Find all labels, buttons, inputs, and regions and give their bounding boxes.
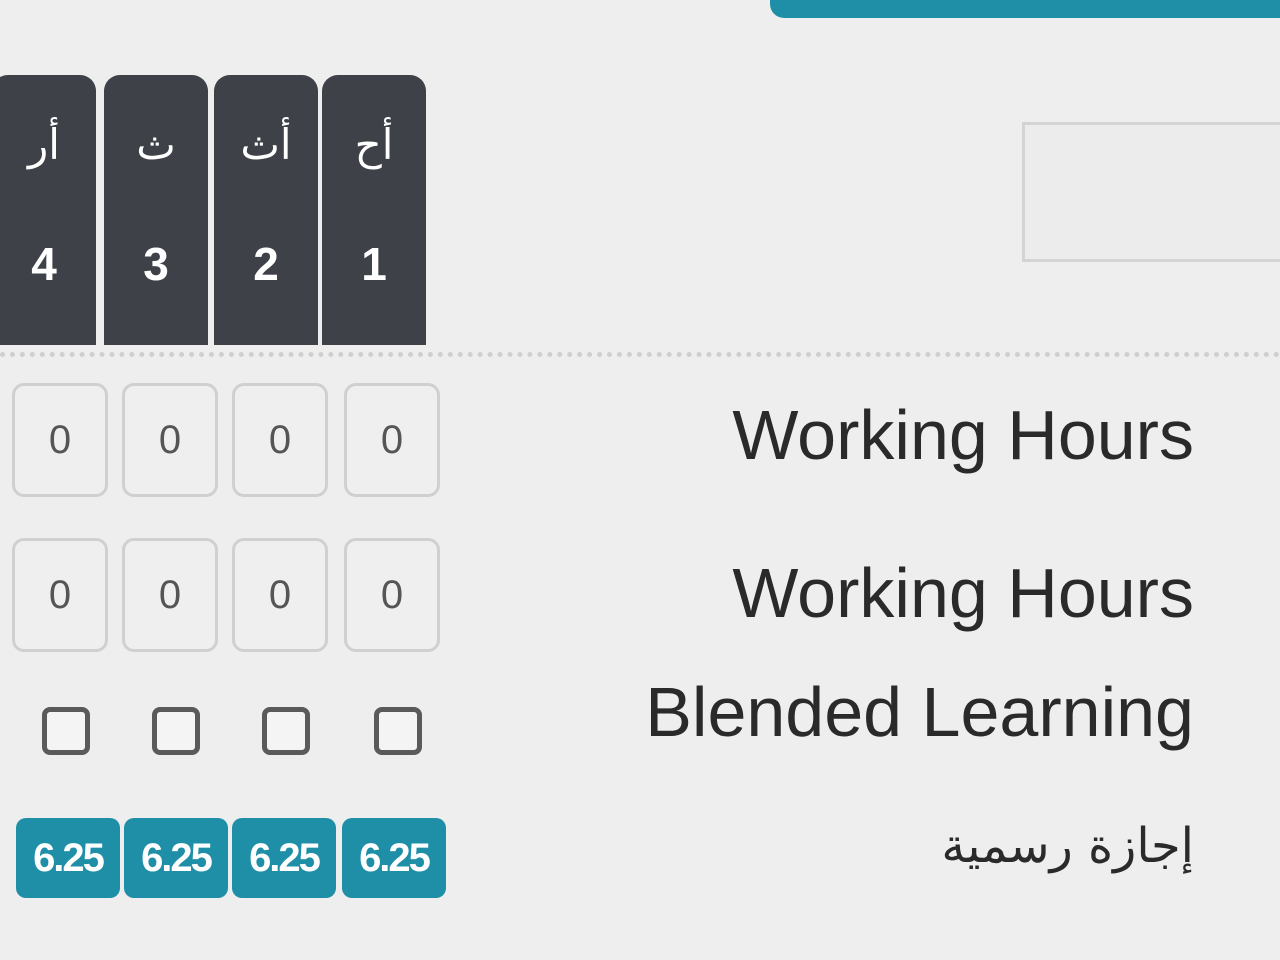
day-abbr: أح [354,120,394,169]
blended-learning-label: Blended Learning [645,673,1194,751]
holiday-hours-badge-day-1[interactable]: 6.25 [342,818,446,898]
day-header-4: أر 4 [0,75,96,345]
working-hours-label: Working Hours [732,396,1194,474]
day-number: 1 [361,238,387,290]
working-hours-input-day-3[interactable]: 0 [122,383,218,497]
top-accent-bar [770,0,1280,18]
blended-learning-checkbox-day-2[interactable] [262,707,310,755]
day-abbr: ث [136,120,176,169]
side-input-box[interactable] [1022,122,1280,262]
working-hours-input-day-2[interactable]: 0 [232,383,328,497]
day-abbr: أث [240,120,292,169]
working-hours-label: Working Hours [732,554,1194,632]
day-number: 2 [253,238,279,290]
day-header-1: أح 1 [322,75,426,345]
blended-learning-checkbox-day-1[interactable] [374,707,422,755]
working-hours-input-day-2[interactable]: 0 [232,538,328,652]
holiday-hours-badge-day-3[interactable]: 6.25 [124,818,228,898]
day-number: 4 [31,238,57,290]
holiday-hours-badge-day-4[interactable]: 6.25 [16,818,120,898]
day-abbr: أر [28,120,60,169]
schedule-page: أر 4 ث 3 أث 2 أح 1 0 0 0 0 Working Hours… [0,0,1280,960]
working-hours-input-day-1[interactable]: 0 [344,383,440,497]
blended-learning-checkbox-day-4[interactable] [42,707,90,755]
working-hours-input-day-1[interactable]: 0 [344,538,440,652]
day-number: 3 [143,238,169,290]
day-header-3: ث 3 [104,75,208,345]
working-hours-input-day-4[interactable]: 0 [12,383,108,497]
blended-learning-checkbox-day-3[interactable] [152,707,200,755]
working-hours-input-day-3[interactable]: 0 [122,538,218,652]
holiday-hours-badge-day-2[interactable]: 6.25 [232,818,336,898]
working-hours-input-day-4[interactable]: 0 [12,538,108,652]
day-header-2: أث 2 [214,75,318,345]
official-holiday-label: إجازة رسمية [941,818,1194,874]
header-divider [0,352,1280,357]
